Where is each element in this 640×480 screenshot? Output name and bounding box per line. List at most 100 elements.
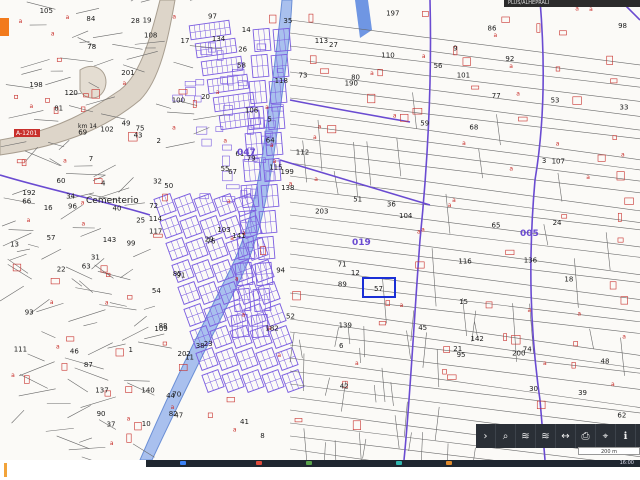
parcel-number: 117 — [149, 228, 162, 236]
layers-alt-icon: ≋ — [541, 430, 550, 442]
parcel-number: 65 — [492, 222, 501, 230]
layers-alt-button[interactable]: ≋ — [536, 424, 556, 448]
parcel-number: 37 — [107, 421, 116, 429]
parcel-number: 38 — [196, 342, 205, 350]
parcel-number: 56 — [434, 62, 443, 70]
parcel-number: 90 — [97, 410, 106, 418]
app-badge[interactable] — [0, 18, 9, 36]
red-subparcel-label: a — [51, 31, 55, 38]
parcel-number: 64 — [266, 137, 275, 145]
parcel-number: 136 — [524, 256, 538, 264]
parcel-number: 35 — [283, 17, 292, 25]
parcel-number: 113 — [315, 37, 328, 45]
parcel-number: 138 — [281, 184, 294, 192]
parcel-number: 89 — [338, 281, 347, 289]
red-subparcel-label: a — [233, 426, 237, 433]
parcel-number: 134 — [212, 35, 226, 43]
parcel-number: 81 — [54, 104, 63, 112]
red-subparcel-label: a — [543, 360, 547, 367]
taskbar-strip: 16:00 — [146, 460, 640, 467]
task-app-icon[interactable] — [180, 461, 186, 465]
red-subparcel-label: a — [172, 124, 176, 131]
parcel-number: 41 — [240, 418, 249, 426]
parcel-number: 27 — [329, 41, 338, 49]
task-app-icon[interactable] — [446, 461, 452, 465]
parcel-number: 120 — [65, 89, 78, 97]
info-icon: ℹ — [623, 430, 628, 442]
parcel-number: 137 — [95, 387, 108, 395]
parcel-number: 73 — [299, 72, 308, 80]
parcel-number: 42 — [340, 383, 349, 391]
parcel-number: 62 — [617, 411, 626, 419]
parcel-number: 67 — [228, 168, 237, 176]
red-subparcel-label: a — [509, 165, 513, 172]
parcel-number: 6 — [339, 342, 344, 350]
parcel-number: 118 — [275, 77, 288, 85]
layers-button[interactable]: ≋ — [516, 424, 536, 448]
parcel-number: 59 — [420, 119, 429, 127]
parcel-number: 21 — [453, 345, 462, 353]
task-app-icon[interactable] — [306, 461, 312, 465]
location-button[interactable]: ⌖ — [596, 424, 616, 448]
parcel-number: 53 — [551, 97, 560, 105]
parcel-number: 29 — [205, 236, 214, 244]
parcel-number: 9 — [453, 45, 457, 53]
map-canvas[interactable]: a a a a a a a a a a a a a a a a a a a a a a a a a a a a a a a a a a a a a a a a… — [0, 0, 640, 460]
measure-button[interactable]: ↔ — [556, 424, 576, 448]
km-label: km 14 — [78, 123, 97, 130]
zone-label-1: 047 — [237, 148, 256, 158]
parcel-number: 18 — [564, 276, 573, 284]
parcel-number: 33 — [620, 104, 629, 112]
parcel-number: 97 — [208, 12, 217, 20]
next-icon: › — [483, 430, 488, 442]
location-icon: ⌖ — [602, 430, 609, 442]
parcel-number: 80 — [351, 73, 360, 81]
parcel-number: 11 — [185, 353, 194, 361]
red-subparcel-label: a — [11, 372, 15, 379]
parcel-number: 182 — [265, 324, 278, 332]
parcel-number: 54 — [152, 287, 161, 295]
search-button[interactable]: ⌕ — [496, 424, 516, 448]
parcel-number: 28 — [131, 17, 140, 25]
red-subparcel-label: a — [589, 6, 593, 13]
red-subparcel-label: a — [462, 140, 466, 147]
map-viewer[interactable]: a a a a a a a a a a a a a a a a a a a a a a a a a a a a a a a a a a a a a a a a… — [0, 0, 640, 480]
parcel-number: 32 — [153, 177, 162, 185]
cadastral-map[interactable]: a a a a a a a a a a a a a a a a a a a a a a a a a a a a a a a a a a a a a a a a… — [0, 0, 640, 460]
parcel-number: 99 — [127, 239, 136, 247]
info-button[interactable]: ℹ — [616, 424, 636, 448]
parcel-number: 68 — [469, 124, 478, 132]
red-subparcel-label: a — [29, 103, 33, 110]
parcel-number: 192 — [22, 189, 35, 197]
red-subparcel-label: a — [235, 275, 239, 282]
parcel-number: 2 — [157, 137, 161, 145]
red-subparcel-label: a — [577, 311, 581, 318]
print-button[interactable]: ⎙ — [576, 424, 596, 448]
red-subparcel-label: a — [621, 151, 625, 158]
red-subparcel-label: a — [277, 352, 281, 359]
parcel-number: 107 — [552, 158, 565, 166]
parcel-number: 10 — [142, 420, 151, 428]
road-roundabout — [79, 65, 107, 99]
red-subparcel-label: a — [19, 18, 23, 25]
parcel-number: 26 — [238, 45, 247, 53]
parcel-number: 112 — [296, 149, 309, 157]
link-button[interactable]: ∞ — [636, 424, 640, 448]
task-app-icon[interactable] — [256, 461, 262, 465]
task-app-icon[interactable] — [396, 461, 402, 465]
parcel-number: 20 — [201, 93, 210, 101]
parcel-number: 111 — [14, 346, 27, 354]
red-subparcel-label: a — [123, 80, 127, 87]
red-subparcel-label: a — [516, 90, 520, 97]
parcel-number: 143 — [103, 236, 116, 244]
measure-icon: ↔ — [561, 430, 570, 442]
red-subparcel-label: a — [527, 307, 531, 314]
parcel-number: 16 — [44, 204, 53, 212]
next-button[interactable]: › — [476, 424, 496, 448]
parcel-number: 101 — [457, 71, 470, 79]
parcel-number: 103 — [217, 226, 230, 234]
red-subparcel-label: a — [586, 174, 590, 181]
red-subparcel-label: a — [622, 333, 626, 340]
red-subparcel-label: a — [452, 197, 456, 204]
parcel-number: 198 — [29, 81, 42, 89]
